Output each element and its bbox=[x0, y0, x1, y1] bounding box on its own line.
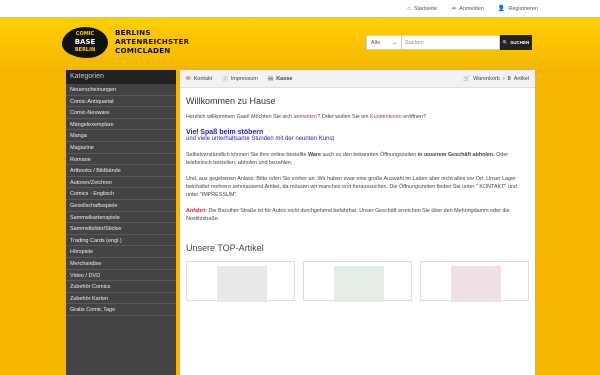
register-link-label: Registrieren bbox=[508, 5, 538, 12]
kasse-link[interactable]: ▤ Kasse bbox=[268, 76, 292, 82]
envelope-icon: ✉ bbox=[186, 75, 191, 82]
register-inline-link[interactable]: Kundenkonto bbox=[370, 114, 402, 120]
sidebar-item[interactable]: Hörspiele bbox=[66, 246, 176, 258]
top-articles-title: Unsere TOP-Artikel bbox=[186, 243, 264, 253]
sidebar-item[interactable]: Autoren/Zeichner bbox=[66, 177, 176, 189]
impressum-link[interactable]: ⓘ Impressum bbox=[222, 75, 258, 83]
brand-line-1: BERLINS bbox=[115, 28, 151, 37]
product-image bbox=[451, 266, 501, 302]
logo[interactable]: COMIC BASE BERLIN bbox=[62, 27, 108, 58]
login-inline-link[interactable]: anmelden bbox=[294, 114, 318, 120]
content-body: Willkommen zu Hause Herzlich willkommen … bbox=[180, 88, 535, 309]
sidebar-item[interactable]: Romane bbox=[66, 154, 176, 166]
sidebar-item[interactable]: Comic-Antiquariat bbox=[66, 96, 176, 108]
checkout-icon: ▤ bbox=[267, 75, 274, 82]
directions-text: Die Baruther Straße ist für Autos nicht … bbox=[186, 208, 510, 222]
pickup-paragraph: Selbstverständlich können Sie Ihre onlin… bbox=[186, 151, 529, 167]
cart-icon: 🛒 bbox=[463, 75, 471, 82]
search-icon: 🔍 bbox=[502, 39, 509, 45]
cart-unit: Artikel bbox=[513, 75, 529, 82]
sidebar-item[interactable]: Manga bbox=[66, 130, 176, 142]
sidebar-item[interactable]: Comics - Englisch bbox=[66, 188, 176, 200]
sign-in-icon: ➜ bbox=[451, 6, 457, 12]
top-articles-list bbox=[186, 261, 529, 302]
sidebar-item[interactable]: Trading Cards (engl.) bbox=[66, 235, 176, 247]
main-content: ✉ Kontakt ⓘ Impressum ▤ Kasse 🛒 Warenkorb › 0 A… bbox=[180, 70, 535, 375]
cart-separator: › bbox=[502, 75, 505, 82]
info-icon: ⓘ bbox=[222, 76, 228, 83]
top-links: ⌂ Startseite ➜ Anmelden 👤 Registrieren bbox=[407, 5, 538, 13]
content-navbar: ✉ Kontakt ⓘ Impressum ▤ Kasse 🛒 Warenkorb › 0 A… bbox=[180, 70, 535, 88]
fun-headline: Viel Spaß beim stöbern bbox=[186, 129, 264, 136]
product-card[interactable] bbox=[186, 261, 295, 302]
brand-tagline: BERLINS ARTENREICHSTER COMICLADEN bbox=[115, 28, 189, 55]
p1-a: Selbstverständlich können Sie Ihre onlin… bbox=[186, 152, 308, 158]
sidebar-item[interactable]: Zubehör Karten bbox=[66, 293, 176, 305]
greeting-text: Herzlich willkommen Gast! Möchten Sie si… bbox=[186, 113, 529, 121]
impressum-label: Impressum bbox=[230, 75, 258, 82]
sidebar-item[interactable]: Comic-Neuware bbox=[66, 107, 176, 119]
sidebar-item[interactable]: Video / DVD bbox=[66, 270, 176, 282]
directions-label: Anfahrt: bbox=[186, 208, 207, 214]
home-link[interactable]: ⌂ Startseite bbox=[407, 5, 437, 12]
home-link-label: Startseite bbox=[413, 5, 438, 12]
sidebar-item[interactable]: Zubehör Comics bbox=[66, 281, 176, 293]
cart-link[interactable]: 🛒 Warenkorb › 0 Artikel bbox=[463, 76, 529, 82]
p1-d: in unserem Geschäft abholen. bbox=[417, 152, 495, 158]
product-image bbox=[217, 266, 267, 302]
logo-line-2: BASE bbox=[74, 38, 96, 46]
product-image bbox=[334, 266, 384, 302]
product-card[interactable] bbox=[303, 261, 412, 302]
logo-line-3: BERLIN bbox=[74, 47, 96, 53]
greeting-pre: Herzlich willkommen Gast! Möchten Sie si… bbox=[186, 114, 294, 120]
search-input[interactable]: Suchen bbox=[402, 35, 500, 50]
user-plus-icon: 👤 bbox=[497, 6, 506, 12]
sidebar-item[interactable]: Mängelexemplare bbox=[66, 119, 176, 131]
sidebar-item[interactable]: Gratis Comic Tage bbox=[66, 304, 176, 316]
chevron-down-icon: ⌄ bbox=[392, 40, 397, 46]
kasse-label: Kasse bbox=[276, 75, 293, 82]
directions-paragraph: Anfahrt: Die Baruther Straße ist für Aut… bbox=[186, 207, 529, 223]
brand-line-2: ARTENREICHSTER bbox=[115, 37, 190, 46]
sidebar-item[interactable]: Sammelbilder/Sticker bbox=[66, 223, 176, 235]
register-link[interactable]: 👤 Registrieren bbox=[497, 5, 538, 13]
sidebar-item[interactable]: Artbooks / Bildbände bbox=[66, 165, 176, 177]
cart-count: 0 bbox=[507, 75, 511, 82]
search-category-select[interactable]: Alle ⌄ bbox=[366, 35, 402, 50]
brand-line-3: COMICLADEN bbox=[115, 46, 171, 55]
sidebar-item[interactable]: Neuerscheinungen bbox=[66, 84, 176, 96]
search-placeholder: Suchen bbox=[405, 40, 424, 46]
sidebar-item[interactable]: Merchandise bbox=[66, 258, 176, 270]
product-card[interactable] bbox=[420, 261, 529, 302]
sidebar-item[interactable]: Gesellschaftsspiele bbox=[66, 200, 176, 212]
login-link[interactable]: ➜ Anmelden bbox=[451, 5, 484, 13]
page-title: Willkommen zu Hause bbox=[186, 96, 276, 106]
sidebar-title: Kategorien bbox=[66, 70, 176, 84]
greeting-mid: ? Oder wollen Sie ein bbox=[317, 114, 370, 120]
home-icon: ⌂ bbox=[407, 5, 411, 12]
search-bar: Alle ⌄ Suchen 🔍 SUCHEN bbox=[366, 35, 532, 50]
greeting-post: eröffnen? bbox=[401, 114, 426, 120]
login-link-label: Anmelden bbox=[459, 5, 484, 12]
cart-label: Warenkorb bbox=[473, 75, 500, 82]
logo-line-1: COMIC bbox=[75, 31, 95, 37]
sidebar-item[interactable]: Magazine bbox=[66, 142, 176, 154]
sidebar-item[interactable]: Sammelkartenspiele bbox=[66, 212, 176, 224]
search-button[interactable]: 🔍 SUCHEN bbox=[500, 35, 532, 50]
notice-paragraph: Und, aus gegebenen Anlass: Bitte rufen S… bbox=[186, 176, 517, 198]
p1-c: auch zu den bekannten Öffnungszeiten bbox=[320, 152, 418, 158]
search-category-value: Alle bbox=[371, 40, 381, 46]
top-bar: ⌂ Startseite ➜ Anmelden 👤 Registrieren bbox=[0, 0, 600, 18]
fun-subline: und viele unterhaltsame Stunden mit der … bbox=[186, 136, 335, 142]
kontakt-label: Kontakt bbox=[193, 75, 213, 82]
p1-b: Ware bbox=[307, 152, 321, 158]
kontakt-link[interactable]: ✉ Kontakt bbox=[186, 76, 212, 82]
category-sidebar: Kategorien Neuerscheinungen Comic-Antiqu… bbox=[66, 70, 176, 375]
search-button-label: SUCHEN bbox=[510, 40, 530, 45]
